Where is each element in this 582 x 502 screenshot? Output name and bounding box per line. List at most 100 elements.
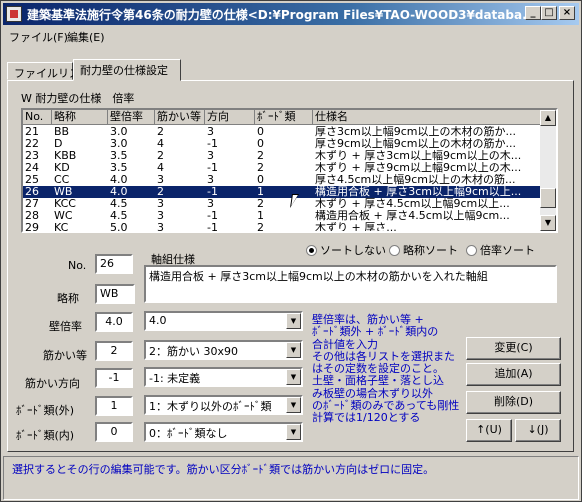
sort-none-radio[interactable]: ソートしない <box>306 242 386 258</box>
table-cell: 2 <box>257 162 264 174</box>
chevron-down-icon[interactable]: ▼ <box>286 424 301 440</box>
tab-file-list[interactable]: ファイルリスト <box>7 62 91 80</box>
radio-dot-icon <box>389 245 400 256</box>
table-cell: WB <box>54 186 73 198</box>
help-note-line: 計算では1/120とする <box>312 411 421 425</box>
table-cell: CC <box>54 174 70 186</box>
table-row[interactable]: 23 KBB 3.5 2 3 2 木ずり + 厚さ3cm以上幅9cm以上の木... <box>23 150 541 162</box>
table-cell: 25 <box>25 174 39 186</box>
table-cell: 3.5 <box>110 162 128 174</box>
chevron-down-icon[interactable]: ▼ <box>286 313 301 329</box>
col-header-spec-name[interactable]: 仕様名 <box>313 110 541 125</box>
radio-dot-icon <box>306 245 317 256</box>
table-cell: D <box>54 138 63 150</box>
move-down-button[interactable]: ↓(J) <box>515 419 561 442</box>
rate-combo-value: 4.0 <box>149 314 167 327</box>
board-outer-label: ﾎﾞｰﾄﾞ類(外) <box>16 404 75 417</box>
direction-field[interactable]: -1 <box>95 368 133 388</box>
brace-combo-value: 2：筋かい 30x90 <box>149 345 238 358</box>
brace-label: 筋かい等 <box>43 349 87 362</box>
brace-combo[interactable]: 2：筋かい 30x90 ▼ <box>144 340 303 360</box>
table-row[interactable]: 21 BB 3.0 2 3 0 厚さ3cm以上幅9cm以上の木材の筋か... <box>23 126 541 138</box>
table-row[interactable]: 25 CC 4.0 3 3 0 厚さ4.5cm以上幅9cm以上の木材の筋... <box>23 174 541 186</box>
help-note: 壁倍率は、筋かい等 + ﾎﾞｰﾄﾞ類外 + ﾎﾞｰﾄﾞ類内の 合計値を入力 その… <box>312 313 462 425</box>
close-button[interactable]: × <box>559 6 575 20</box>
col-header-direction[interactable]: 方向 <box>205 110 255 125</box>
sort-none-label: ソートしない <box>320 244 386 257</box>
board-inner-field[interactable]: 0 <box>95 422 133 442</box>
table-cell: 2 <box>257 222 264 233</box>
col-header-no[interactable]: No. <box>23 110 52 125</box>
table-row[interactable]: 27 KCC 4.5 3 3 2 木ずり + 厚さ4.5cm以上幅9cm以上... <box>23 198 541 210</box>
table-cell: 24 <box>25 162 39 174</box>
move-up-button[interactable]: ↑(U) <box>466 419 512 442</box>
col-header-abbr[interactable]: 略称 <box>52 110 108 125</box>
table-row[interactable]: 26 WB 4.0 2 -1 1 構造用合板 + 厚さ3cm以上幅9cm以上... <box>23 186 541 198</box>
table-cell: 2 <box>257 150 264 162</box>
change-button[interactable]: 変更(C) <box>466 337 561 360</box>
spec-grid[interactable]: No. 略称 壁倍率 筋かい等 方向 ﾎﾞｰﾄﾞ類 仕様名 21 BB 3.0 2 3 0… <box>21 108 558 233</box>
radio-dot-icon <box>466 245 477 256</box>
table-cell: 4 <box>157 162 164 174</box>
scroll-up-icon[interactable]: ▲ <box>540 110 556 126</box>
sort-abbr-label: 略称ソート <box>403 244 458 257</box>
table-cell: 1 <box>257 186 264 198</box>
menu-edit[interactable]: 編集(E) <box>67 29 105 45</box>
table-cell: 2 <box>257 198 264 210</box>
table-cell: 0 <box>257 174 264 186</box>
table-cell: 23 <box>25 150 39 162</box>
grid-caption: W 耐力壁の仕様 倍率 <box>21 92 135 105</box>
table-row[interactable]: 28 WC 4.5 3 -1 1 構造用合板 + 厚さ4.5cm以上幅9cm... <box>23 210 541 222</box>
table-row[interactable]: 29 KC 5.0 3 -1 2 木ずり + 厚さ... <box>23 222 541 233</box>
table-cell: 4 <box>157 138 164 150</box>
abbr-field[interactable]: WB <box>95 284 135 304</box>
table-cell: 木ずり + 厚さ9cm以上幅9cm以上の木... <box>315 162 522 174</box>
col-header-rate[interactable]: 壁倍率 <box>108 110 155 125</box>
chevron-down-icon[interactable]: ▼ <box>286 397 301 413</box>
table-cell: 3 <box>157 222 164 233</box>
board-outer-field[interactable]: 1 <box>95 396 133 416</box>
no-label: No. <box>68 259 87 272</box>
table-cell: 0 <box>257 138 264 150</box>
delete-button[interactable]: 削除(D) <box>466 391 561 414</box>
table-cell: 4.0 <box>110 186 128 198</box>
help-note-line: 土壁・面格子壁・落とし込 <box>312 374 444 388</box>
scroll-thumb[interactable] <box>540 188 556 208</box>
table-cell: 3 <box>157 174 164 186</box>
tab-wall-spec[interactable]: 耐力壁の仕様設定 <box>73 59 181 81</box>
help-note-line: ﾎﾞｰﾄﾞ類外 + ﾎﾞｰﾄﾞ類内の <box>312 325 439 339</box>
direction-combo[interactable]: -1: 未定義 ▼ <box>144 367 303 387</box>
board-outer-combo-value: 1：木ずり以外のﾎﾞｰﾄﾞ類 <box>149 400 272 413</box>
status-bar: 選択するとその行の編集可能です。筋かい区分ﾎﾞｰﾄﾞ類では筋かい方向はゼロに固定… <box>3 456 579 500</box>
menu-file[interactable]: ファイル(F) <box>9 29 68 45</box>
sort-rate-radio[interactable]: 倍率ソート <box>466 242 535 258</box>
title-bar[interactable]: 建築基準法施行令第46条の耐力壁の仕様<D:¥Program Files¥TAO… <box>3 3 579 25</box>
maximize-button[interactable]: □ <box>541 6 557 20</box>
table-cell: 4.5 <box>110 210 128 222</box>
sort-abbr-radio[interactable]: 略称ソート <box>389 242 458 258</box>
chevron-down-icon[interactable]: ▼ <box>286 342 301 358</box>
grid-scrollbar[interactable]: ▲ ▼ <box>540 110 556 231</box>
spec-field[interactable]: 構造用合板 + 厚さ3cm以上幅9cm以上の木材の筋かいを入れた軸組 <box>144 265 557 303</box>
table-cell: 27 <box>25 198 39 210</box>
table-cell: 2 <box>157 126 164 138</box>
scroll-down-icon[interactable]: ▼ <box>540 215 556 231</box>
table-cell: 4.0 <box>110 174 128 186</box>
no-field[interactable]: 26 <box>95 254 133 274</box>
table-row[interactable]: 24 KD 3.5 4 -1 2 木ずり + 厚さ9cm以上幅9cm以上の木... <box>23 162 541 174</box>
brace-field[interactable]: 2 <box>95 341 133 361</box>
board-inner-combo[interactable]: 0：ﾎﾞｰﾄﾞ類なし ▼ <box>144 422 303 442</box>
add-button[interactable]: 追加(A) <box>466 363 561 386</box>
col-header-board[interactable]: ﾎﾞｰﾄﾞ類 <box>255 110 313 125</box>
rate-combo[interactable]: 4.0 ▼ <box>144 311 303 331</box>
chevron-down-icon[interactable]: ▼ <box>286 369 301 385</box>
rate-field[interactable]: 4.0 <box>95 312 133 332</box>
board-outer-combo[interactable]: 1：木ずり以外のﾎﾞｰﾄﾞ類 ▼ <box>144 395 303 415</box>
table-row[interactable]: 22 D 3.0 4 -1 0 厚さ9cm以上幅9cm以上の木材の筋か... <box>23 138 541 150</box>
table-cell: 2 <box>157 186 164 198</box>
table-cell: -1 <box>207 222 218 233</box>
abbr-label: 略称 <box>57 292 79 305</box>
minimize-button[interactable]: _ <box>525 6 541 20</box>
table-cell: KBB <box>54 150 77 162</box>
col-header-brace[interactable]: 筋かい等 <box>155 110 205 125</box>
